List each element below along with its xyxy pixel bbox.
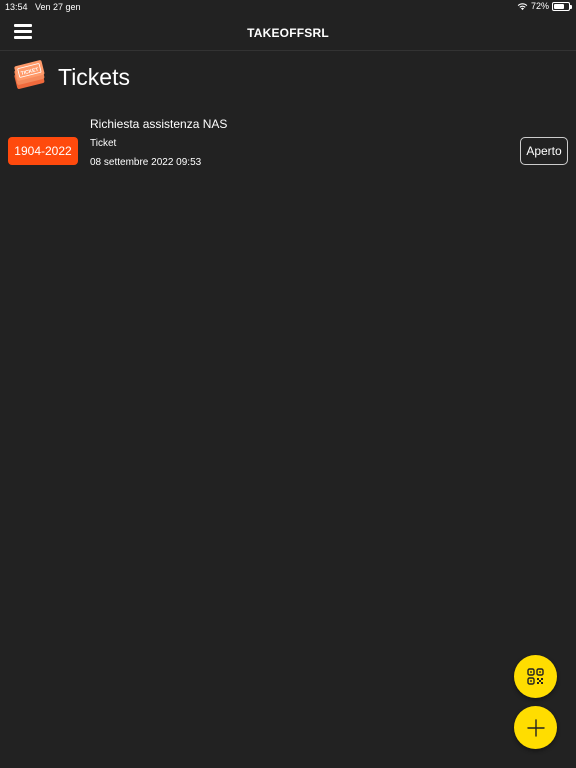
ticket-type: Ticket bbox=[90, 138, 117, 149]
screen: 13:54 Ven 27 gen 72% TAKEOFFSRL TICKET T… bbox=[0, 0, 576, 768]
plus-icon bbox=[526, 718, 545, 737]
nav-bar: TAKEOFFSRL bbox=[0, 14, 576, 51]
status-indicators: 72% bbox=[517, 1, 572, 11]
qr-scan-button[interactable] bbox=[514, 655, 557, 698]
status-date: Ven 27 gen bbox=[35, 2, 81, 12]
battery-percent: 72% bbox=[530, 1, 549, 11]
status-time: 13:54 bbox=[5, 2, 28, 12]
wifi-icon bbox=[517, 2, 528, 10]
battery-icon bbox=[552, 1, 572, 11]
ticket-id-badge: 1904-2022 bbox=[8, 137, 78, 165]
status-bar: 13:54 Ven 27 gen 72% bbox=[0, 0, 576, 14]
page-header: TICKET Tickets bbox=[12, 60, 130, 94]
ticket-date: 08 settembre 2022 09:53 bbox=[90, 157, 202, 168]
nav-title: TAKEOFFSRL bbox=[247, 26, 329, 40]
list-item[interactable]: 1904-2022 Richiesta assistenza NAS Ticke… bbox=[0, 112, 576, 178]
page-title: Tickets bbox=[58, 63, 130, 90]
tickets-icon: TICKET bbox=[14, 60, 45, 89]
add-ticket-button[interactable] bbox=[514, 706, 557, 749]
battery-level bbox=[554, 3, 565, 9]
status-badge: Aperto bbox=[520, 137, 568, 165]
ticket-subject: Richiesta assistenza NAS bbox=[90, 117, 228, 131]
qr-code-icon bbox=[527, 668, 544, 685]
